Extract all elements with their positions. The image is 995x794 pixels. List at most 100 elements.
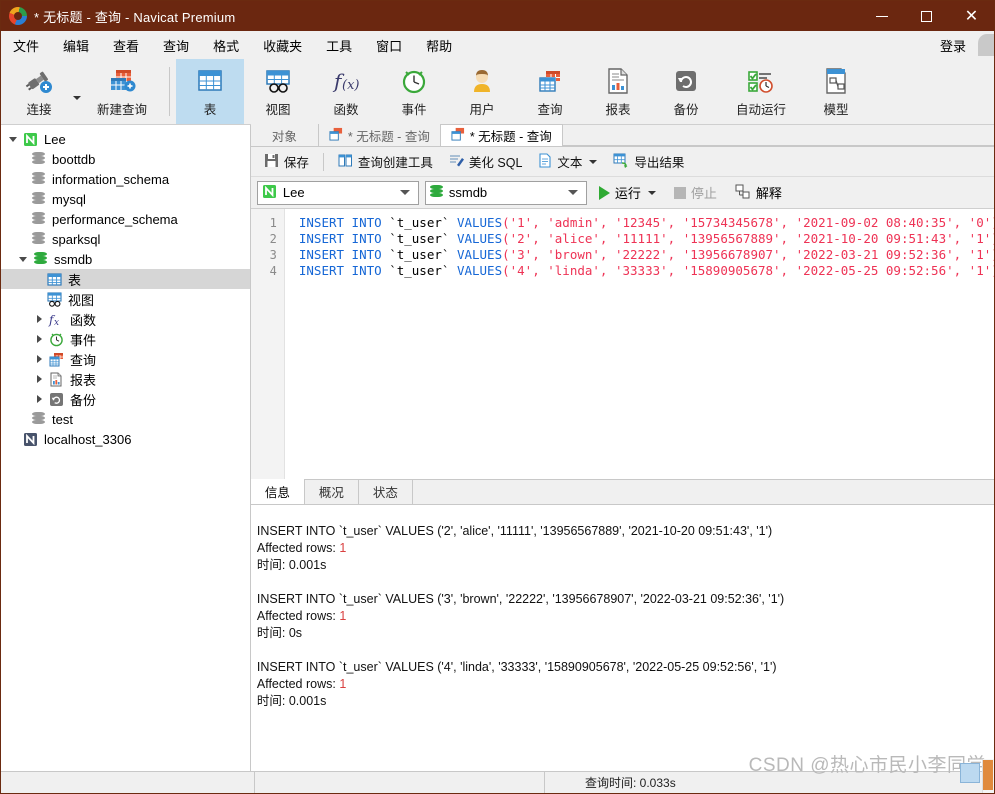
tree-node-events[interactable]: 事件 [1,329,250,349]
query-builder-icon [338,153,353,171]
object-tree-sidebar[interactable]: Lee boottdb information_schema mysql per… [1,125,251,771]
menu-help[interactable]: 帮助 [414,32,464,59]
message-affected-rows: Affected rows: 1 [257,676,994,693]
sql-args: ('4', 'linda', '33333', '15890905678', '… [502,263,994,278]
event-clock-icon [400,66,428,96]
twisty-icon[interactable] [31,395,47,403]
sql-keyword: VALUES [456,215,503,230]
chevron-down-icon[interactable] [399,190,410,195]
tree-node-reports[interactable]: 报表 [1,369,250,389]
sql-code-area[interactable]: INSERT INTO `t_user` VALUES('1', 'admin'… [285,209,994,479]
chevron-down-icon[interactable] [647,190,656,195]
tree-node-tables[interactable]: 表 [1,269,250,289]
ribbon-button-connection[interactable]: 连接 [5,66,73,118]
ribbon-label-user: 用户 [469,102,495,117]
explain-button[interactable]: 解释 [729,180,788,205]
tree-label: sparksql [52,231,101,247]
connection-value: Lee [282,185,305,200]
line-number: 1 [269,216,277,230]
tree-node-information-schema[interactable]: information_schema [1,169,250,189]
minimize-button[interactable] [859,1,904,31]
ribbon-label-report: 报表 [605,102,631,117]
results-tab-status[interactable]: 状态 [359,479,413,504]
login-button[interactable]: 登录 [930,32,976,59]
ribbon-button-backup[interactable]: 备份 [652,59,720,124]
menu-edit[interactable]: 编辑 [51,32,101,59]
sql-editor[interactable]: 1 2 3 4 INSERT INTO `t_user` VALUES('1',… [250,209,994,479]
sql-table: `t_user` [381,247,457,262]
edge-scrollbar-thumb[interactable] [983,760,993,790]
edge-scrollbar[interactable] [982,759,994,793]
maximize-button[interactable] [904,1,949,31]
beautify-sql-button[interactable]: 美化 SQL [442,149,530,174]
tab-objects[interactable]: 对象 [250,124,319,146]
ribbon-button-event[interactable]: 事件 [380,59,448,124]
ribbon-button-model[interactable]: 模型 [802,59,870,124]
database-select[interactable]: ssmdb [424,180,587,205]
menu-query[interactable]: 查询 [151,32,201,59]
stop-button[interactable]: 停止 [668,180,723,205]
twisty-icon[interactable] [31,355,47,363]
code-line: INSERT INTO `t_user` VALUES('3', 'brown'… [299,247,994,263]
results-tab-label: 信息 [264,486,290,500]
view-icon [264,66,292,96]
tree-label: Lee [44,131,66,147]
menu-favorites[interactable]: 收藏夹 [251,32,314,59]
message-sql: INSERT INTO `t_user` VALUES ('3', 'brown… [256,592,785,606]
results-panel: 信息 概况 状态 INSERT INTO `t_user` VALUES ('2… [250,479,994,771]
tree-node-localhost-3306[interactable]: localhost_3306 [1,429,250,449]
tree-node-performance-schema[interactable]: performance_schema [1,209,250,229]
text-button[interactable]: 文本 [531,149,604,174]
twisty-icon[interactable] [31,375,47,383]
affected-rows-count: 1 [339,541,347,555]
tree-label: 视图 [68,292,95,308]
ribbon-button-new-query[interactable]: 新建查询 [81,59,163,124]
menu-format[interactable]: 格式 [201,32,251,59]
tree-node-test[interactable]: test [1,409,250,429]
ribbon-button-report[interactable]: 报表 [584,59,652,124]
table-grid-icon [196,66,224,96]
connection-dropdown-caret-icon[interactable] [73,95,81,100]
tree-node-sparksql[interactable]: sparksql [1,229,250,249]
report-document-icon [605,66,631,96]
ribbon-button-query[interactable]: 查询 [516,59,584,124]
tree-node-functions[interactable]: fx 函数 [1,309,250,329]
tree-node-backups[interactable]: 备份 [1,389,250,409]
ribbon-button-user[interactable]: 用户 [448,59,516,124]
chevron-down-icon[interactable] [589,159,598,164]
tree-node-ssmdb[interactable]: ssmdb [1,249,250,269]
connection-select[interactable]: Lee [256,180,419,205]
twisty-icon[interactable] [31,315,47,323]
ribbon-button-view[interactable]: 视图 [244,59,312,124]
ribbon-button-function[interactable]: f (x) 函数 [312,59,380,124]
ribbon-separator [169,67,170,116]
tree-node-mysql[interactable]: mysql [1,189,250,209]
save-button[interactable]: 保存 [257,149,316,174]
query-builder-button[interactable]: 查询创建工具 [331,149,440,174]
menu-window[interactable]: 窗口 [364,32,414,59]
right-pane: 对象 * 无标题 - 查询 * 无标题 - 查询 保存 查询创建工具 美化 SQ… [250,124,994,771]
chevron-down-icon[interactable] [567,190,578,195]
export-results-button[interactable]: 导出结果 [606,149,691,174]
tree-node-views[interactable]: 视图 [1,289,250,309]
ribbon-button-table[interactable]: 表 [176,59,244,124]
function-fx-icon: f (x) [331,66,361,96]
twisty-icon[interactable] [31,335,47,343]
menu-tools[interactable]: 工具 [314,32,364,59]
tree-node-boottdb[interactable]: boottdb [1,149,250,169]
avatar[interactable] [978,34,994,56]
tab-untitled-query-1[interactable]: * 无标题 - 查询 [318,124,441,146]
menu-file[interactable]: 文件 [1,32,51,59]
window-title: * 无标题 - 查询 - Navicat Premium [34,9,236,25]
ribbon-button-automation[interactable]: 自动运行 [720,59,802,124]
close-button[interactable]: ✕ [949,1,994,31]
twisty-icon[interactable] [15,256,31,262]
run-button[interactable]: 运行 [593,180,662,205]
tree-node-lee[interactable]: Lee [1,129,250,149]
menu-view[interactable]: 查看 [101,32,151,59]
results-tab-message[interactable]: 信息 [250,479,305,504]
tab-untitled-query-2[interactable]: * 无标题 - 查询 [440,124,563,146]
tree-node-queries[interactable]: 查询 [1,349,250,369]
results-tab-profile[interactable]: 概况 [305,479,359,504]
twisty-icon[interactable] [5,136,21,142]
